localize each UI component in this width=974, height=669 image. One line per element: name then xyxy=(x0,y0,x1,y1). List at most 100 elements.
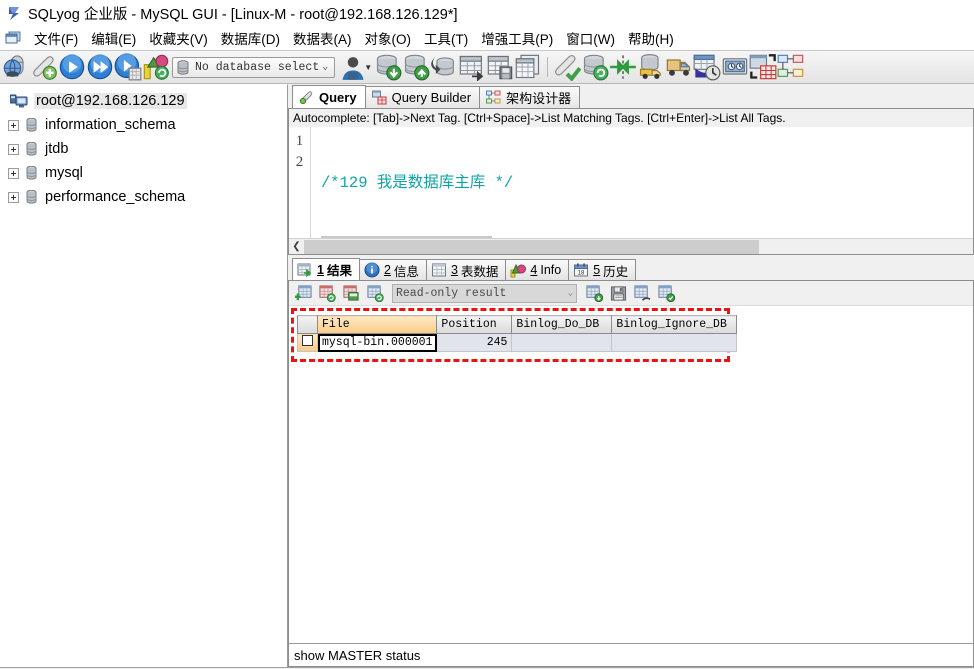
scheduled-backup-icon[interactable] xyxy=(693,53,721,81)
menu-file[interactable]: 文件(F) xyxy=(28,26,85,50)
sync-data-icon[interactable] xyxy=(609,53,637,81)
new-connection-icon[interactable] xyxy=(2,53,30,81)
chevron-down-icon[interactable]: ⌄ xyxy=(319,61,331,73)
scroll-left-arrow-icon[interactable]: ❮ xyxy=(289,239,304,254)
sidebar-item-performance-schema[interactable]: performance_schema xyxy=(4,185,287,209)
menu-window[interactable]: 窗口(W) xyxy=(560,26,622,50)
import-data-icon[interactable] xyxy=(374,53,402,81)
cell-file[interactable]: mysql-bin.000001 xyxy=(316,333,438,352)
expand-icon[interactable] xyxy=(8,143,19,155)
cell-binlog-ignore-db[interactable] xyxy=(611,333,738,352)
duplicate-row-icon[interactable] xyxy=(339,282,363,304)
table-data-icon[interactable] xyxy=(486,53,514,81)
row-selector-checkbox[interactable] xyxy=(297,333,318,352)
refresh-objects-icon[interactable] xyxy=(142,53,170,81)
sidebar-item-label: jtdb xyxy=(45,141,69,157)
export-result-icon[interactable] xyxy=(582,282,606,304)
refresh-grid-icon[interactable] xyxy=(315,282,339,304)
migrate-icon[interactable] xyxy=(637,53,665,81)
sql-editor-container: 1 2 /*129 我是数据库主库 */ SHOW MASTER STATUS … xyxy=(288,127,974,255)
result-mode-select[interactable]: Read-only result ⌄ xyxy=(392,283,577,303)
menu-database[interactable]: 数据库(D) xyxy=(215,26,287,50)
menu-tools[interactable]: 工具(T) xyxy=(418,26,475,50)
object-browser: root@192.168.126.129 information_schema xyxy=(0,84,288,667)
cell-position[interactable]: 245 xyxy=(436,333,513,352)
add-row-icon[interactable] xyxy=(291,282,315,304)
schema-designer-toolbar-icon[interactable] xyxy=(777,53,805,81)
menu-edit[interactable]: 编辑(E) xyxy=(85,26,143,50)
sidebar-item-mysql[interactable]: mysql xyxy=(4,161,287,185)
save-result-icon[interactable] xyxy=(606,282,630,304)
sql-formatter-icon[interactable] xyxy=(553,53,582,81)
menu-favorites[interactable]: 收藏夹(V) xyxy=(143,26,215,50)
editor-horizontal-scrollbar[interactable]: ❮ xyxy=(289,238,973,254)
sidebar-item-jtdb[interactable]: jtdb xyxy=(4,137,287,161)
sidebar-item-information-schema[interactable]: information_schema xyxy=(4,113,287,137)
export-data-icon[interactable] xyxy=(402,53,430,81)
user-manager-icon[interactable] xyxy=(339,53,367,81)
scrollbar-thumb[interactable] xyxy=(304,239,759,254)
column-header-binlog-ignore-db[interactable]: Binlog_Ignore_DB xyxy=(611,315,738,334)
calendar-icon: 18 xyxy=(573,262,589,278)
data-transfer-icon[interactable] xyxy=(665,53,693,81)
query-builder-toolbar-icon[interactable] xyxy=(749,53,777,81)
tab-info[interactable]: 4 Info xyxy=(505,259,570,280)
column-header-binlog-do-db[interactable]: Binlog_Do_DB xyxy=(511,315,613,334)
chart-icon xyxy=(510,262,527,278)
checkbox-icon[interactable] xyxy=(302,335,313,346)
database-selector[interactable]: No database select ⌄ xyxy=(172,56,336,78)
revert-grid-icon[interactable] xyxy=(363,282,387,304)
expand-icon[interactable] xyxy=(8,167,19,179)
database-icon xyxy=(26,166,37,180)
sidebar-item-root-connection[interactable]: root@192.168.126.129 xyxy=(4,89,287,113)
results-panel: 1 结果 2 信息 3 表数据 4 Info 18 5 历史 Read-only… xyxy=(288,257,974,667)
scrollbar-track[interactable] xyxy=(759,239,973,254)
column-header-position[interactable]: Position xyxy=(436,315,513,334)
tab-query[interactable]: Query xyxy=(292,85,366,108)
window-document-icon xyxy=(5,31,21,45)
tab-schema-designer[interactable]: 架构设计器 xyxy=(479,86,581,108)
grid-corner-header[interactable] xyxy=(297,315,318,334)
table-row[interactable]: mysql-bin.000001 245 xyxy=(297,333,738,352)
menu-object[interactable]: 对象(O) xyxy=(359,26,419,50)
flush-icon[interactable] xyxy=(581,53,609,81)
tab-history[interactable]: 18 5 历史 xyxy=(568,259,637,280)
column-header-file[interactable]: File xyxy=(316,315,438,334)
backup-database-icon[interactable] xyxy=(430,53,458,81)
result-grid[interactable]: File Position Binlog_Do_DB Binlog_Ignore… xyxy=(297,315,738,352)
menu-help-label: 帮助(H) xyxy=(627,32,674,47)
expand-icon[interactable] xyxy=(8,119,19,131)
sql-line-comment: /*129 我是数据库主库 */ xyxy=(321,174,514,192)
tab-message[interactable]: 2 信息 xyxy=(358,259,427,280)
line-number-gutter: 1 2 xyxy=(289,127,311,238)
tab-result[interactable]: 1 结果 xyxy=(292,258,360,280)
chevron-down-icon[interactable]: ⌄ xyxy=(568,288,573,298)
tab-query-builder[interactable]: Query Builder xyxy=(364,86,481,108)
execute-all-queries-icon[interactable] xyxy=(86,53,114,81)
execute-query-to-file-icon[interactable] xyxy=(114,53,142,81)
cell-binlog-do-db[interactable] xyxy=(511,333,613,352)
menu-edit-label: 编辑(E) xyxy=(91,32,137,47)
copy-database-icon[interactable] xyxy=(514,53,542,81)
menu-help[interactable]: 帮助(H) xyxy=(622,26,681,50)
export-table-icon[interactable] xyxy=(458,53,486,81)
results-body: Read-only result ⌄ File Position Binlog_… xyxy=(288,280,974,667)
result-grid-icon xyxy=(297,262,313,278)
sql-code-area[interactable]: /*129 我是数据库主库 */ SHOW MASTER STATUS xyxy=(311,127,973,238)
form-view-icon[interactable] xyxy=(654,282,678,304)
menu-table[interactable]: 数据表(A) xyxy=(287,26,359,50)
result-mode-value: Read-only result xyxy=(396,286,507,300)
main-body: root@192.168.126.129 information_schema xyxy=(0,84,974,667)
sql-editor[interactable]: 1 2 /*129 我是数据库主库 */ SHOW MASTER STATUS xyxy=(289,127,973,238)
grid-view-icon[interactable] xyxy=(630,282,654,304)
menu-file-label: 文件(F) xyxy=(34,32,79,47)
menu-powertools[interactable]: 增强工具(P) xyxy=(475,26,560,50)
new-query-tab-icon[interactable] xyxy=(30,53,58,81)
execute-query-icon[interactable] xyxy=(58,53,86,81)
info-icon xyxy=(364,262,380,278)
expand-icon[interactable] xyxy=(8,191,19,203)
tab-table-data[interactable]: 3 表数据 xyxy=(425,259,507,280)
database-icon xyxy=(26,142,37,156)
sidebar-root-label: root@192.168.126.129 xyxy=(34,93,187,109)
monitor-icon[interactable] xyxy=(721,53,749,81)
